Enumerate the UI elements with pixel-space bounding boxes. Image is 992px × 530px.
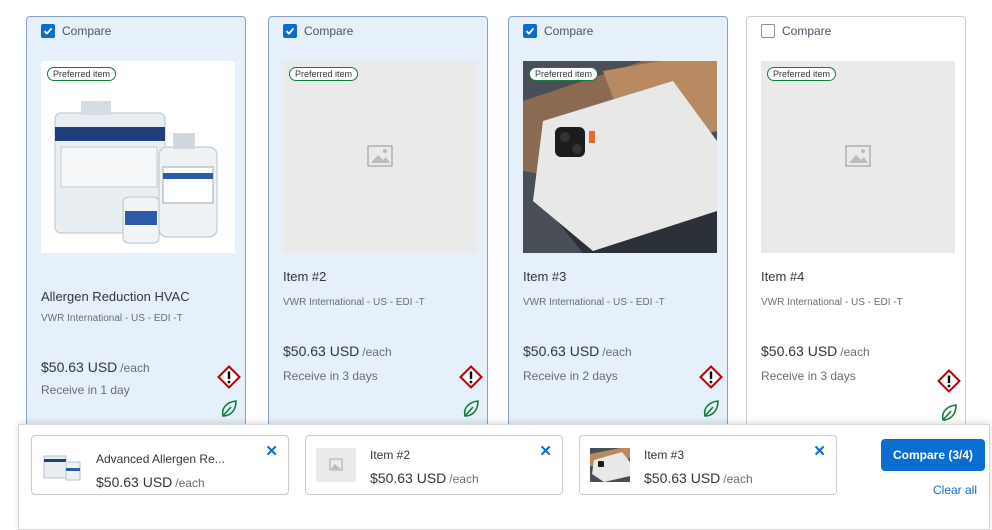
price-unit: /each [840,345,870,359]
product-title[interactable]: Allergen Reduction HVAC [41,289,190,304]
supplier-name: VWR International - US - EDI -T [283,297,425,308]
product-card-2[interactable]: Compare Preferred item Item #2 VWR Inter… [268,16,488,436]
product-title[interactable]: Item #4 [761,269,804,284]
price-unit: /each [175,476,205,490]
product-title[interactable]: Item #3 [523,269,566,284]
price-amount: $50.63 USD [370,470,447,486]
tray-item-thumbnail [590,448,630,482]
price-unit: /each [723,472,753,486]
product-card-1[interactable]: Compare Preferred item Allergen Reductio… [26,16,246,436]
price-amount: $50.63 USD [41,359,118,375]
sustainability-leaf-icon[interactable] [462,399,480,419]
supplier-name: VWR International - US - EDI -T [523,297,665,308]
checkbox-checked-icon[interactable] [41,24,55,38]
preferred-item-badge: Preferred item [47,67,117,81]
tray-item-price: $50.63 USD/each [96,474,205,490]
sustainability-leaf-icon[interactable] [940,403,958,423]
delivery-time: Receive in 3 days [761,369,856,383]
price-amount: $50.63 USD [523,343,600,359]
price-unit: /each [602,345,632,359]
delivery-time: Receive in 1 day [41,383,130,397]
tray-item-price: $50.63 USD/each [370,470,479,486]
compare-label: Compare [782,24,832,38]
hazard-warning-icon[interactable] [699,365,723,389]
checkbox-checked-icon[interactable] [523,24,537,38]
delivery-time: Receive in 3 days [283,369,378,383]
compare-checkbox-row[interactable]: Compare [509,17,727,45]
product-image-placeholder: Preferred item [283,61,477,253]
image-placeholder-icon [845,145,871,167]
supplier-name: VWR International - US - EDI -T [41,313,183,324]
clear-all-link[interactable]: Clear all [933,483,977,497]
price-unit: /each [362,345,392,359]
product-price: $50.63 USD/each [41,359,150,375]
product-image-placeholder: Preferred item [761,61,955,253]
image-placeholder-icon [329,458,343,471]
compare-checkbox-row[interactable]: Compare [27,17,245,45]
product-card-3[interactable]: Compare Preferred item Item #3 VWR Inter… [508,16,728,436]
product-title[interactable]: Item #2 [283,269,326,284]
product-price: $50.63 USD/each [523,343,632,359]
price-amount: $50.63 USD [644,470,721,486]
remove-item-close-icon[interactable]: ✕ [539,442,552,460]
chemical-containers-image [54,101,218,244]
hazard-warning-icon[interactable] [217,365,241,389]
compare-tray-item-2[interactable]: Item #2 $50.63 USD/each ✕ [305,435,563,495]
product-image: Preferred item [41,61,235,253]
compare-checkbox-row[interactable]: Compare [269,17,487,45]
hazard-warning-icon[interactable] [937,369,961,393]
compare-button[interactable]: Compare (3/4) [881,439,985,471]
compare-label: Compare [544,24,594,38]
product-image: Preferred item [523,61,717,253]
delivery-time: Receive in 2 days [523,369,618,383]
sustainability-leaf-icon[interactable] [702,399,720,419]
product-card-4[interactable]: Compare Preferred item Item #4 VWR Inter… [746,16,966,436]
supplier-name: VWR International - US - EDI -T [761,297,903,308]
tray-item-price: $50.63 USD/each [644,470,753,486]
preferred-item-badge: Preferred item [529,67,599,81]
hazard-warning-icon[interactable] [459,365,483,389]
compare-tray-item-1[interactable]: Advanced Allergen Re... $50.63 USD/each … [31,435,289,495]
compare-tray-item-3[interactable]: Item #3 $50.63 USD/each ✕ [579,435,837,495]
tray-item-name: Item #3 [644,448,685,462]
preferred-item-badge: Preferred item [289,67,359,81]
product-price: $50.63 USD/each [761,343,870,359]
image-placeholder-icon [367,145,393,167]
tray-item-thumbnail [316,448,356,482]
remove-item-close-icon[interactable]: ✕ [813,442,826,460]
price-amount: $50.63 USD [96,474,173,490]
sustainability-leaf-icon[interactable] [220,399,238,419]
tray-item-thumbnail [42,448,82,482]
smartphones-image [523,61,717,253]
product-price: $50.63 USD/each [283,343,392,359]
preferred-item-badge: Preferred item [767,67,837,81]
price-amount: $50.63 USD [283,343,360,359]
compare-label: Compare [304,24,354,38]
checkbox-unchecked-icon[interactable] [761,24,775,38]
checkbox-checked-icon[interactable] [283,24,297,38]
price-unit: /each [449,472,479,486]
compare-tray: Advanced Allergen Re... $50.63 USD/each … [18,424,990,530]
remove-item-close-icon[interactable]: ✕ [265,442,278,460]
price-amount: $50.63 USD [761,343,838,359]
price-unit: /each [120,361,150,375]
tray-item-name: Item #2 [370,448,411,462]
compare-label: Compare [62,24,112,38]
tray-item-name: Advanced Allergen Re... [96,452,225,466]
compare-checkbox-row[interactable]: Compare [747,17,965,45]
